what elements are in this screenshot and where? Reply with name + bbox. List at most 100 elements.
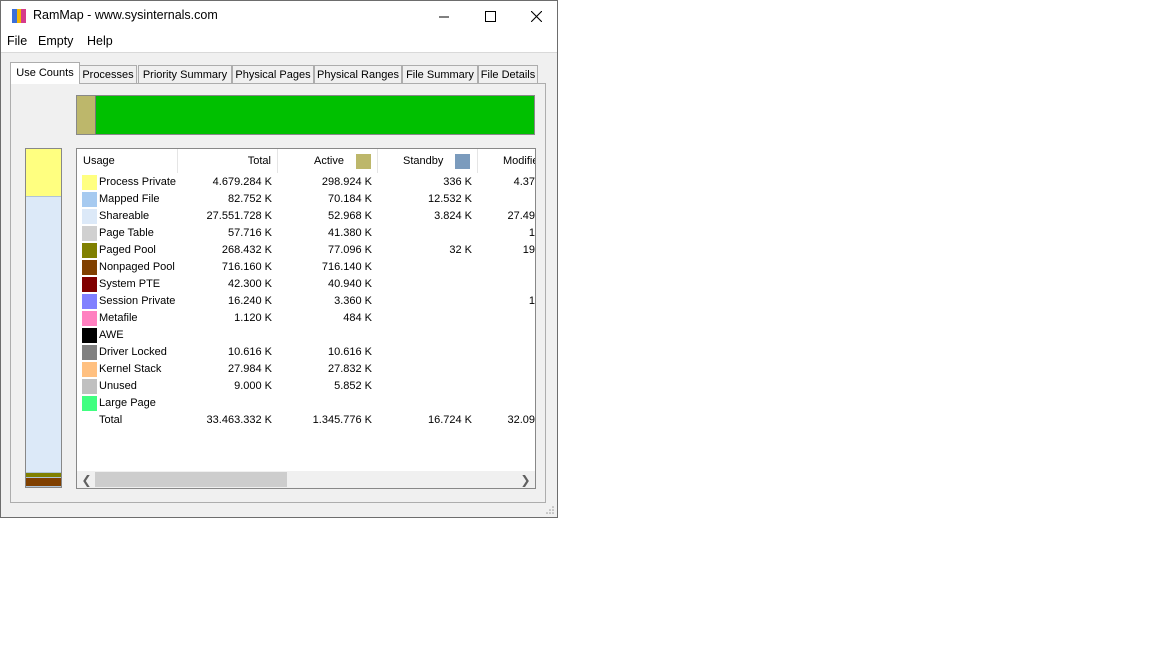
row-color-swatch: [82, 311, 97, 326]
row-color-swatch: [82, 328, 97, 343]
cell-total: 82.752 K: [227, 193, 272, 205]
row-color-swatch: [82, 379, 97, 394]
table-row[interactable]: Page Table 57.716 K 41.380 K 1: [77, 225, 535, 242]
table-row[interactable]: Unused 9.000 K 5.852 K: [77, 378, 535, 395]
row-color-swatch: [82, 396, 97, 411]
cell-active: 27.832 K: [327, 363, 372, 375]
scroll-left-icon[interactable]: ❮: [78, 471, 95, 488]
row-color-swatch: [82, 175, 97, 190]
cell-label: Driver Locked: [99, 346, 167, 358]
tab-use-counts[interactable]: Use Counts: [10, 62, 80, 84]
cell-total: 42.300 K: [227, 278, 272, 290]
cell-label: Paged Pool: [99, 244, 156, 256]
column-standby[interactable]: Standby: [378, 149, 478, 173]
menu-empty[interactable]: Empty: [38, 34, 73, 48]
cell-total: 16.240 K: [227, 295, 272, 307]
cell-label: Shareable: [99, 210, 150, 222]
column-active[interactable]: Active: [278, 149, 378, 173]
table-row[interactable]: System PTE 42.300 K 40.940 K: [77, 276, 535, 293]
cell-total: 33.463.332 K: [206, 414, 272, 426]
close-icon: [530, 11, 542, 22]
cell-label: Mapped File: [99, 193, 160, 205]
cell-total: 9.000 K: [234, 380, 272, 392]
tab-file-details[interactable]: File Details: [478, 65, 538, 83]
scroll-right-icon[interactable]: ❯: [517, 471, 534, 488]
column-usage[interactable]: Usage: [77, 149, 178, 173]
menu-help[interactable]: Help: [87, 34, 113, 48]
cell-active: 716.140 K: [321, 261, 372, 273]
table-row[interactable]: Large Page: [77, 395, 535, 412]
cell-total: 57.716 K: [227, 227, 272, 239]
cell-active: 3.360 K: [334, 295, 372, 307]
icon-stripe: [21, 9, 27, 23]
table-row[interactable]: Process Private 4.679.284 K 298.924 K 336 K…: [77, 174, 535, 191]
resize-grip-icon[interactable]: [545, 505, 555, 515]
cell-active: 10.616 K: [327, 346, 372, 358]
minimize-icon: [439, 16, 449, 17]
minimize-button[interactable]: [421, 1, 467, 32]
menu-file[interactable]: File: [7, 34, 27, 48]
cell-label: Session Private: [99, 295, 176, 307]
cell-total: 10.616 K: [227, 346, 272, 358]
table-row[interactable]: Mapped File 82.752 K 70.184 K 12.532 K: [77, 191, 535, 208]
row-color-swatch: [82, 277, 97, 292]
tab-priority-summary[interactable]: Priority Summary: [138, 65, 232, 83]
table-row[interactable]: Driver Locked 10.616 K 10.616 K: [77, 344, 535, 361]
column-standby-label: Standby: [403, 155, 444, 167]
tab-processes[interactable]: Processes: [79, 65, 137, 83]
row-color-swatch: [82, 362, 97, 377]
cell-standby: 16.724 K: [427, 414, 472, 426]
close-button[interactable]: [513, 1, 559, 32]
row-color-swatch: [82, 294, 97, 309]
cell-active: 41.380 K: [327, 227, 372, 239]
table-row[interactable]: Paged Pool 268.432 K 77.096 K 32 K 19: [77, 242, 535, 259]
cell-standby: 32 K: [449, 244, 472, 256]
bar-segment-free: [96, 96, 534, 134]
sidebar-segment-nonpaged-pool: [26, 477, 61, 487]
table-header: Usage Total Active Standby Modifie: [77, 149, 535, 173]
row-color-swatch: [82, 345, 97, 360]
cell-label: Process Private: [99, 176, 177, 188]
bar-segment-active: [77, 96, 97, 134]
cell-modified: 1: [528, 227, 535, 239]
cell-label: AWE: [99, 329, 124, 341]
cell-label: Unused: [99, 380, 137, 392]
table-row[interactable]: Session Private 16.240 K 3.360 K 1: [77, 293, 535, 310]
title-bar[interactable]: RamMap - www.sysinternals.com: [1, 1, 557, 32]
column-modified[interactable]: Modifie: [478, 149, 535, 173]
rammap-app-icon: [12, 9, 27, 23]
horizontal-scrollbar[interactable]: ❮ ❯: [77, 471, 535, 488]
window-title: RamMap - www.sysinternals.com: [33, 8, 218, 22]
cell-modified: 1: [528, 295, 535, 307]
sidebar-segment-process-private: [26, 149, 61, 197]
cell-label: Metafile: [99, 312, 138, 324]
column-total[interactable]: Total: [178, 149, 278, 173]
use-counts-table[interactable]: Usage Total Active Standby Modifie Proce…: [76, 148, 536, 489]
standby-color-swatch: [455, 153, 471, 169]
table-row[interactable]: AWE: [77, 327, 535, 344]
table-row[interactable]: Kernel Stack 27.984 K 27.832 K: [77, 361, 535, 378]
total-row[interactable]: Total 33.463.332 K 1.345.776 K 16.724 K 32.0…: [77, 412, 535, 429]
table-row[interactable]: Metafile 1.120 K 484 K: [77, 310, 535, 327]
cell-active: 5.852 K: [334, 380, 372, 392]
row-color-swatch: [82, 243, 97, 258]
usage-column-bar: [25, 148, 62, 488]
cell-label: Large Page: [99, 397, 156, 409]
table-row[interactable]: Nonpaged Pool 716.160 K 716.140 K: [77, 259, 535, 276]
table-row[interactable]: Shareable 27.551.728 K 52.968 K 3.824 K 27.4…: [77, 208, 535, 225]
cell-standby: 336 K: [443, 176, 472, 188]
row-color-swatch: [82, 192, 97, 207]
tab-file-summary[interactable]: File Summary: [402, 65, 478, 83]
cell-label: Total: [99, 414, 123, 426]
cell-label: System PTE: [99, 278, 161, 290]
cell-active: 298.924 K: [321, 176, 372, 188]
cell-standby: 12.532 K: [427, 193, 472, 205]
tab-physical-ranges[interactable]: Physical Ranges: [314, 65, 402, 83]
cell-total: 27.551.728 K: [206, 210, 272, 222]
cell-active: 484 K: [343, 312, 372, 324]
cell-total: 1.120 K: [234, 312, 272, 324]
tab-physical-pages[interactable]: Physical Pages: [232, 65, 314, 83]
cell-active: 1.345.776 K: [312, 414, 372, 426]
scrollbar-thumb[interactable]: [95, 472, 287, 487]
maximize-button[interactable]: [467, 1, 513, 32]
